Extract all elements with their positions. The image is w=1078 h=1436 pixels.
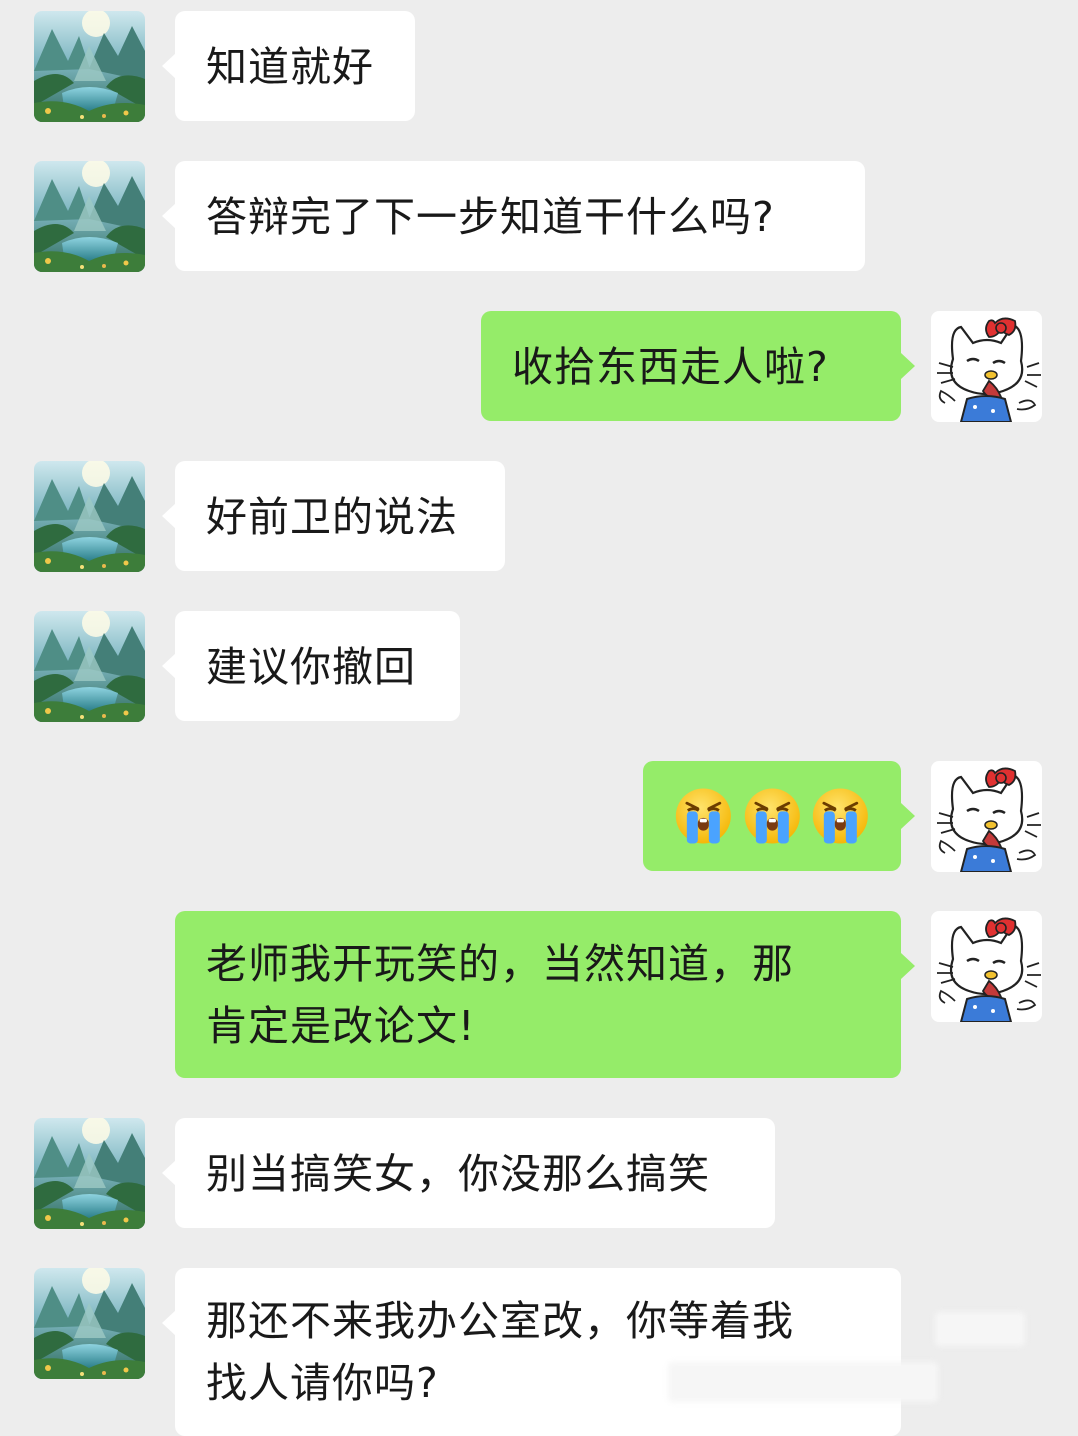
contact-avatar[interactable] [34, 461, 145, 572]
loudly-crying-face-icon [743, 784, 802, 848]
message-bubble[interactable]: 那还不来我办公室改，你等着我 找人请你吗? [162, 1268, 901, 1436]
message-text-line: 那还不来我办公室改，你等着我 [206, 1297, 794, 1345]
chat-window: 知道就好 答辩完了下一步知道干什么吗? 收拾东西走人啦? 好前卫的说法 建议你撤… [0, 0, 1078, 1436]
message-bubble[interactable]: 答辩完了下一步知道干什么吗? [162, 161, 865, 271]
hello-kitty-crying-avatar-image [931, 911, 1042, 1022]
message-text: 知道就好 [206, 43, 374, 91]
blur-patch [668, 1362, 938, 1402]
message-bubble[interactable]: 老师我开玩笑的，当然知道，那 肯定是改论文! [175, 911, 915, 1078]
message-bubble[interactable]: 收拾东西走人啦? [481, 311, 915, 421]
hello-kitty-crying-avatar-image [931, 311, 1042, 422]
loudly-crying-face-icon [811, 784, 870, 848]
hello-kitty-crying-avatar-image [931, 761, 1042, 872]
mountain-lake-avatar-image [34, 461, 145, 572]
mountain-lake-avatar-image [34, 161, 145, 272]
emoji-group [674, 784, 870, 848]
message-bubble[interactable]: 好前卫的说法 [162, 461, 505, 571]
self-avatar[interactable] [931, 911, 1042, 1022]
blur-patch [935, 1312, 1025, 1346]
message-bubble[interactable] [643, 761, 915, 871]
message-bubble[interactable]: 建议你撤回 [162, 611, 460, 721]
message-text-line: 肯定是改论文! [206, 1002, 476, 1050]
message-bubble[interactable]: 别当搞笑女，你没那么搞笑 [162, 1118, 775, 1228]
mountain-lake-avatar-image [34, 1118, 145, 1229]
contact-avatar[interactable] [34, 1268, 145, 1379]
mountain-lake-avatar-image [34, 611, 145, 722]
message-text: 别当搞笑女，你没那么搞笑 [206, 1150, 710, 1198]
message-bubble[interactable]: 知道就好 [162, 11, 415, 121]
mountain-lake-avatar-image [34, 1268, 145, 1379]
self-avatar[interactable] [931, 311, 1042, 422]
message-text: 好前卫的说法 [206, 493, 458, 541]
contact-avatar[interactable] [34, 11, 145, 122]
mountain-lake-avatar-image [34, 11, 145, 122]
message-text: 答辩完了下一步知道干什么吗? [206, 193, 775, 241]
self-avatar[interactable] [931, 761, 1042, 872]
contact-avatar[interactable] [34, 1118, 145, 1229]
message-text: 收拾东西走人啦? [512, 343, 829, 391]
message-text-line: 老师我开玩笑的，当然知道，那 [206, 940, 794, 988]
contact-avatar[interactable] [34, 611, 145, 722]
contact-avatar[interactable] [34, 161, 145, 272]
message-text: 建议你撤回 [206, 643, 416, 691]
loudly-crying-face-icon [674, 784, 733, 848]
